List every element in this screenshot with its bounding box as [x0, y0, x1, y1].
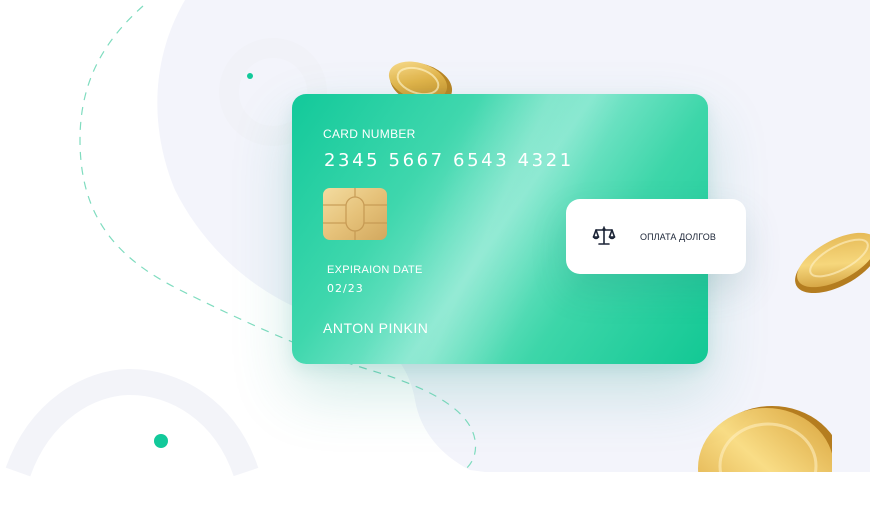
card-holder-name: ANTON PINKIN: [323, 320, 429, 336]
scales-icon: [592, 226, 616, 245]
card-chip-icon: [323, 188, 387, 240]
debt-payment-badge[interactable]: ОПЛАТА ДОЛГОВ: [566, 199, 746, 274]
accent-dot-small: [247, 73, 253, 79]
arc-decoration: [5, 368, 259, 477]
coin-bottom-icon: [688, 406, 832, 474]
expiry-label: EXPIRAION DATE: [327, 264, 423, 276]
card-number: 2345 5667 6543 4321: [324, 150, 574, 171]
card-number-label: CARD NUMBER: [323, 127, 416, 141]
badge-label: ОПЛАТА ДОЛГОВ: [640, 232, 716, 242]
coin-right-icon: [795, 232, 870, 294]
bottom-band: [0, 472, 870, 516]
accent-dot-large: [154, 434, 168, 448]
expiry-value: 02/23: [327, 282, 364, 295]
promo-illustration: CARD NUMBER 2345 5667 6543 4321 EXPIRAIO…: [0, 0, 870, 516]
